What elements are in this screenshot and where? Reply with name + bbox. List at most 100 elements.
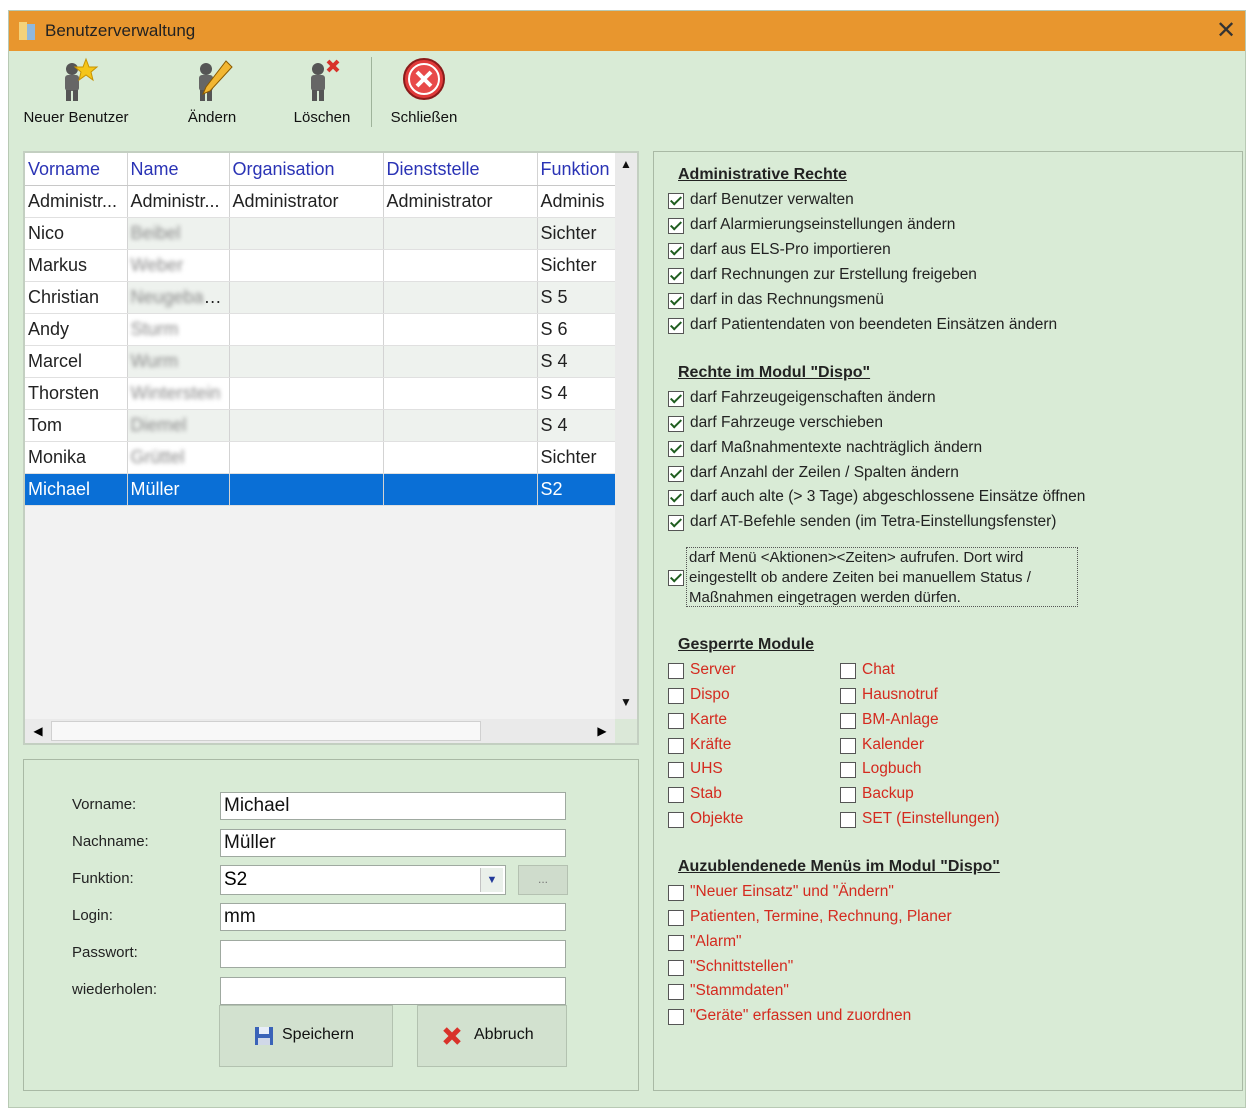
checkbox-module-objekte[interactable] — [668, 812, 684, 828]
checkbox-hide-3[interactable] — [668, 960, 684, 976]
checkbox-hide-5[interactable] — [668, 1009, 684, 1025]
table-row[interactable]: Tom Diemel S 4 — [25, 409, 616, 442]
login-field[interactable] — [220, 903, 566, 931]
table-row[interactable]: Monika Grüttel Sichter — [25, 441, 616, 474]
cell-dienststelle — [383, 313, 538, 346]
checkbox-admin-3[interactable] — [668, 268, 684, 284]
checkbox-module-dispo[interactable] — [668, 688, 684, 704]
table-row[interactable]: Marcel Wurm S 4 — [25, 345, 616, 378]
scroll-up-icon[interactable]: ▲ — [615, 153, 637, 175]
close-icon[interactable]: ✕ — [1211, 16, 1241, 46]
hide-menu-label: "Alarm" — [690, 933, 742, 950]
checkbox-module-uhs[interactable] — [668, 762, 684, 778]
cancel-label: Abbruch — [474, 1026, 534, 1043]
checkbox-module-backup[interactable] — [840, 787, 856, 803]
vertical-scrollbar[interactable]: ▲ ▼ — [615, 153, 637, 721]
module-label: SET (Einstellungen) — [862, 810, 1000, 827]
title-bar[interactable]: Benutzerverwaltung ✕ — [9, 11, 1245, 51]
cell-name: Müller — [127, 473, 230, 506]
locked-modules-title: Gesperrte Module — [678, 636, 815, 653]
cell-organisation — [229, 345, 384, 378]
scroll-down-icon[interactable]: ▼ — [615, 691, 637, 713]
new-user-button[interactable]: Neuer Benutzer — [15, 51, 137, 137]
scroll-left-icon[interactable]: ◀ — [27, 719, 49, 743]
cell-name-text: Winterstein — [130, 383, 221, 403]
cell-name: Beibel — [127, 217, 230, 250]
delete-button[interactable]: Löschen — [279, 51, 365, 137]
checkbox-dispo-times[interactable] — [668, 570, 684, 586]
edit-button[interactable]: Ändern — [169, 51, 255, 137]
table-row[interactable]: Andy Sturm S 6 — [25, 313, 616, 346]
checkbox-admin-1[interactable] — [668, 218, 684, 234]
password-repeat-field[interactable] — [220, 977, 566, 1005]
save-button[interactable]: Speichern — [219, 1005, 393, 1067]
checkbox-admin-5[interactable] — [668, 318, 684, 334]
scroll-thumb[interactable] — [51, 721, 481, 741]
table-row[interactable]: Thorsten Winterstein S 4 — [25, 377, 616, 410]
passwort-label: Passwort: — [72, 944, 138, 961]
cell-dienststelle — [383, 345, 538, 378]
checkbox-module-kalender[interactable] — [840, 738, 856, 754]
checkbox-module-chat[interactable] — [840, 663, 856, 679]
table-row[interactable]: Nico Beibel Sichter — [25, 217, 616, 250]
checkbox-admin-label: darf aus ELS-Pro importieren — [690, 241, 891, 258]
cell-name-text: Beibel — [130, 223, 181, 243]
cell-organisation — [229, 441, 384, 474]
table-row[interactable]: Markus Weber Sichter — [25, 249, 616, 282]
edit-label: Ändern — [187, 109, 237, 126]
checkbox-hide-4[interactable] — [668, 984, 684, 1000]
nachname-field[interactable] — [220, 829, 566, 857]
checkbox-module-logbuch[interactable] — [840, 762, 856, 778]
cell-vorname: Thorsten — [25, 377, 128, 410]
column-header-funktion[interactable]: Funktion — [537, 153, 616, 186]
cell-name: Diemel — [127, 409, 230, 442]
checkbox-hide-1[interactable] — [668, 910, 684, 926]
checkbox-admin-4[interactable] — [668, 293, 684, 309]
checkbox-admin-2[interactable] — [668, 243, 684, 259]
table-row[interactable]: Christian Neugebauer S 5 — [25, 281, 616, 314]
table-row[interactable]: Administr... Administr... Administrator … — [25, 185, 616, 218]
checkbox-module-stab[interactable] — [668, 787, 684, 803]
checkbox-dispo-3[interactable] — [668, 466, 684, 482]
cell-dienststelle — [383, 441, 538, 474]
funktion-label: Funktion: — [72, 870, 134, 887]
rights-panel: Administrative Rechte darf Benutzer verw… — [653, 151, 1243, 1091]
chevron-down-icon[interactable]: ▼ — [480, 868, 503, 892]
column-header-name[interactable]: Name — [127, 153, 230, 186]
table-row-selected[interactable]: Michael Müller S2 — [25, 473, 616, 506]
cell-vorname: Christian — [25, 281, 128, 314]
scroll-right-icon[interactable]: ▶ — [591, 719, 613, 743]
cell-funktion: Sichter — [537, 217, 616, 250]
checkbox-module-karte[interactable] — [668, 713, 684, 729]
cell-name: Neugebauer — [127, 281, 230, 314]
checkbox-dispo-4[interactable] — [668, 490, 684, 506]
column-header-organisation[interactable]: Organisation — [229, 153, 384, 186]
checkbox-dispo-0[interactable] — [668, 391, 684, 407]
cell-dienststelle — [383, 377, 538, 410]
funktion-dropdown[interactable]: S2 ▼ — [220, 865, 506, 895]
checkbox-admin-0[interactable] — [668, 193, 684, 209]
horizontal-scrollbar[interactable]: ◀ ▶ — [25, 719, 615, 743]
checkbox-module-hausnotruf[interactable] — [840, 688, 856, 704]
floppy-disk-icon — [255, 1027, 273, 1045]
checkbox-dispo-1[interactable] — [668, 416, 684, 432]
user-management-window: Benutzerverwaltung ✕ Neuer Benutzer Ände… — [8, 10, 1246, 1108]
vorname-field[interactable] — [220, 792, 566, 820]
checkbox-admin-label: darf Patientendaten von beendeten Einsät… — [690, 316, 1058, 333]
column-header-dienststelle[interactable]: Dienststelle — [383, 153, 538, 186]
close-label: Schließen — [390, 109, 458, 126]
checkbox-dispo-2[interactable] — [668, 441, 684, 457]
funktion-more-button[interactable]: ... — [518, 865, 568, 895]
checkbox-module-kraefte[interactable] — [668, 738, 684, 754]
checkbox-dispo-5[interactable] — [668, 515, 684, 531]
password-field[interactable] — [220, 940, 566, 968]
column-header-vorname[interactable]: Vorname — [25, 153, 128, 186]
checkbox-module-bm-anlage[interactable] — [840, 713, 856, 729]
checkbox-module-set[interactable] — [840, 812, 856, 828]
cancel-button[interactable]: Abbruch — [417, 1005, 567, 1067]
close-button[interactable]: Schließen — [381, 51, 467, 137]
checkbox-hide-2[interactable] — [668, 935, 684, 951]
checkbox-module-server[interactable] — [668, 663, 684, 679]
checkbox-hide-0[interactable] — [668, 885, 684, 901]
checkbox-admin-label: darf Alarmierungseinstellungen ändern — [690, 216, 956, 233]
